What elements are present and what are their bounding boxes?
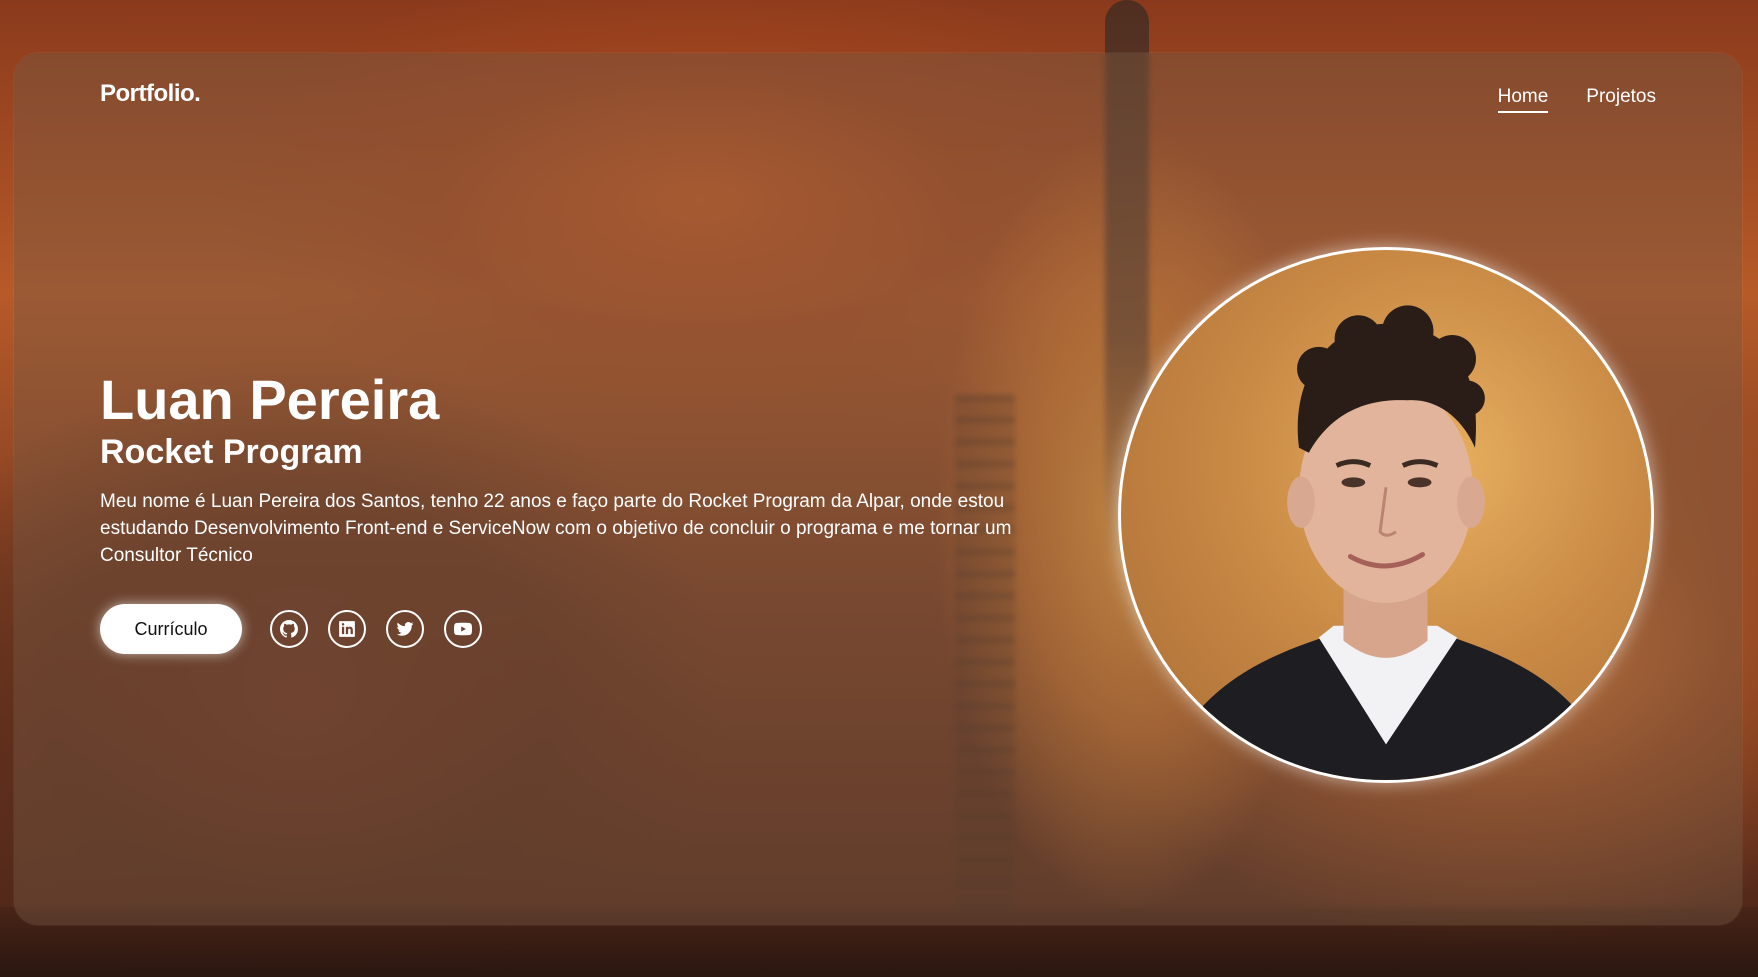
youtube-link[interactable] <box>444 610 482 648</box>
brand-logo[interactable]: Portfolio. <box>100 80 201 108</box>
twitter-link[interactable] <box>386 610 424 648</box>
github-icon <box>280 620 298 638</box>
youtube-icon <box>454 622 472 636</box>
linkedin-link[interactable] <box>328 610 366 648</box>
nav-home[interactable]: Home <box>1497 86 1549 113</box>
profile-photo <box>1118 247 1654 783</box>
hero-actions: Currículo <box>100 604 502 654</box>
hero-bio: Meu nome é Luan Pereira dos Santos, tenh… <box>100 491 1012 566</box>
hero-section: Luan Pereira Rocket Program Meu nome é L… <box>100 368 1060 569</box>
hero-name: Luan Pereira <box>100 368 440 431</box>
portrait-illustration <box>1160 305 1616 780</box>
main-nav: Home Projetos <box>1497 86 1656 113</box>
hero-subtitle: Rocket Program <box>100 433 363 471</box>
twitter-icon <box>396 622 414 636</box>
curriculo-button[interactable]: Currículo <box>100 604 242 654</box>
nav-projetos[interactable]: Projetos <box>1586 86 1656 113</box>
linkedin-icon <box>339 621 355 637</box>
github-link[interactable] <box>270 610 308 648</box>
